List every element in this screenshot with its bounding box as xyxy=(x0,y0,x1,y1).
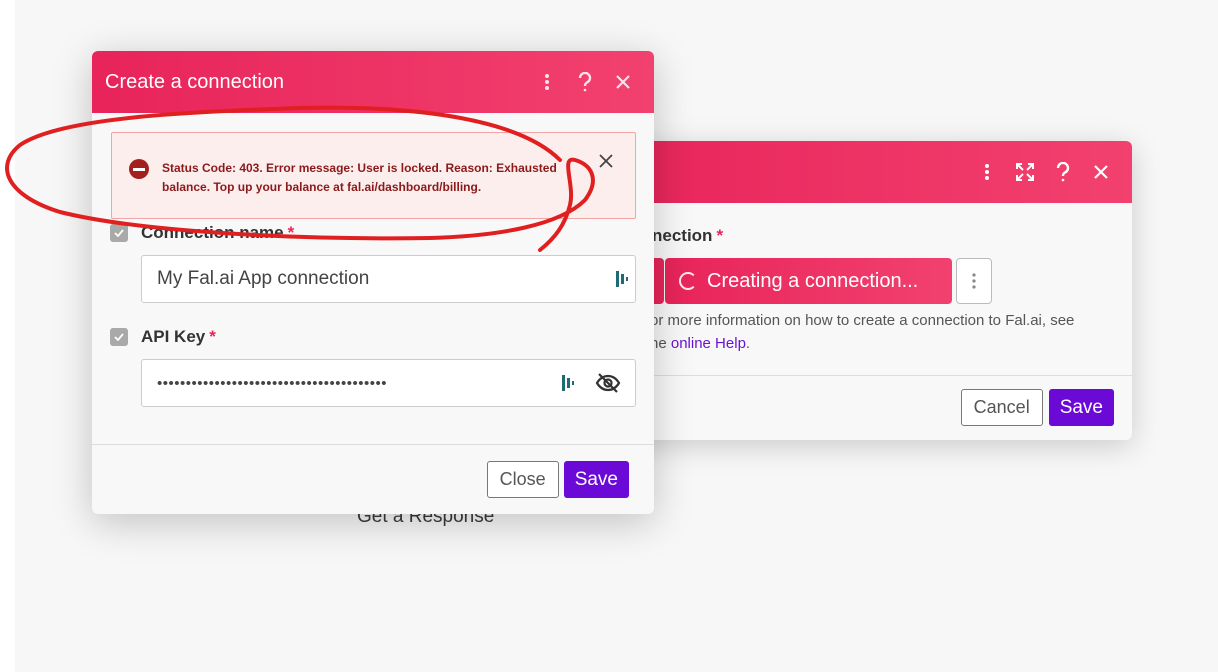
back-modal-header xyxy=(600,141,1132,203)
footer-divider xyxy=(92,444,654,445)
checkbox-icon[interactable] xyxy=(110,224,128,242)
back-save-button[interactable]: Save xyxy=(1048,389,1114,426)
eye-off-icon[interactable] xyxy=(595,372,621,394)
expand-icon[interactable] xyxy=(1006,153,1044,191)
save-button[interactable]: Save xyxy=(563,461,629,498)
modal-footer: Close Save xyxy=(486,461,629,498)
close-icon[interactable] xyxy=(604,63,642,101)
connection-name-value: My Fal.ai App connection xyxy=(157,268,370,289)
kebab-icon xyxy=(972,273,976,289)
error-message: Status Code: 403. Error message: User is… xyxy=(162,161,557,194)
help-line-2-suffix: . xyxy=(745,335,751,352)
back-footer-divider xyxy=(600,375,1132,376)
modal-header: Create a connection xyxy=(92,51,654,113)
connection-name-label: Connection name * xyxy=(110,223,294,243)
password-manager-icon[interactable] xyxy=(561,373,575,393)
error-alert: Status Code: 403. Error message: User is… xyxy=(111,132,636,219)
help-icon[interactable] xyxy=(566,63,604,101)
api-key-label: API Key * xyxy=(110,327,216,347)
connection-name-input[interactable]: My Fal.ai App connection xyxy=(141,255,636,303)
close-icon[interactable] xyxy=(1082,153,1120,191)
help-line-1: or more information on how to create a c… xyxy=(650,312,1075,329)
spinner-icon xyxy=(679,272,697,290)
api-key-masked-value: •••••••••••••••••••••••••••••••••••••••• xyxy=(157,374,388,392)
back-connection-modal: nection * Creating a connection... or mor… xyxy=(600,141,1132,440)
close-icon xyxy=(599,154,613,168)
creating-connection-button[interactable]: Creating a connection... xyxy=(665,258,952,304)
api-key-label-text: API Key xyxy=(141,327,206,346)
kebab-icon[interactable] xyxy=(968,153,1006,191)
required-mark: * xyxy=(287,223,295,242)
create-connection-modal: Create a connection Status Code: 403. Er… xyxy=(92,51,654,514)
password-manager-icon[interactable] xyxy=(615,269,629,289)
minus-circle-icon xyxy=(129,159,149,179)
kebab-icon[interactable] xyxy=(528,63,566,101)
checkbox-icon[interactable] xyxy=(110,328,128,346)
api-key-input[interactable]: •••••••••••••••••••••••••••••••••••••••• xyxy=(141,359,636,407)
field-label-text: nection xyxy=(652,226,713,245)
connection-name-label-text: Connection name xyxy=(141,223,284,242)
creating-button-label: Creating a connection... xyxy=(707,269,919,292)
back-modal-footer: Cancel Save xyxy=(960,389,1114,426)
dismiss-error-button[interactable] xyxy=(598,153,618,173)
required-mark: * xyxy=(209,327,216,346)
help-icon[interactable] xyxy=(1044,153,1082,191)
close-button[interactable]: Close xyxy=(486,461,559,498)
required-mark: * xyxy=(716,226,724,245)
cancel-button[interactable]: Cancel xyxy=(960,389,1043,426)
online-help-link[interactable]: online Help xyxy=(671,335,746,352)
connection-help-text: or more information on how to create a c… xyxy=(650,309,1120,355)
connection-button-row: Creating a connection... xyxy=(644,258,992,304)
modal-title: Create a connection xyxy=(105,71,285,93)
back-connection-field-label: nection * xyxy=(652,226,723,246)
connection-options-button[interactable] xyxy=(956,258,992,304)
